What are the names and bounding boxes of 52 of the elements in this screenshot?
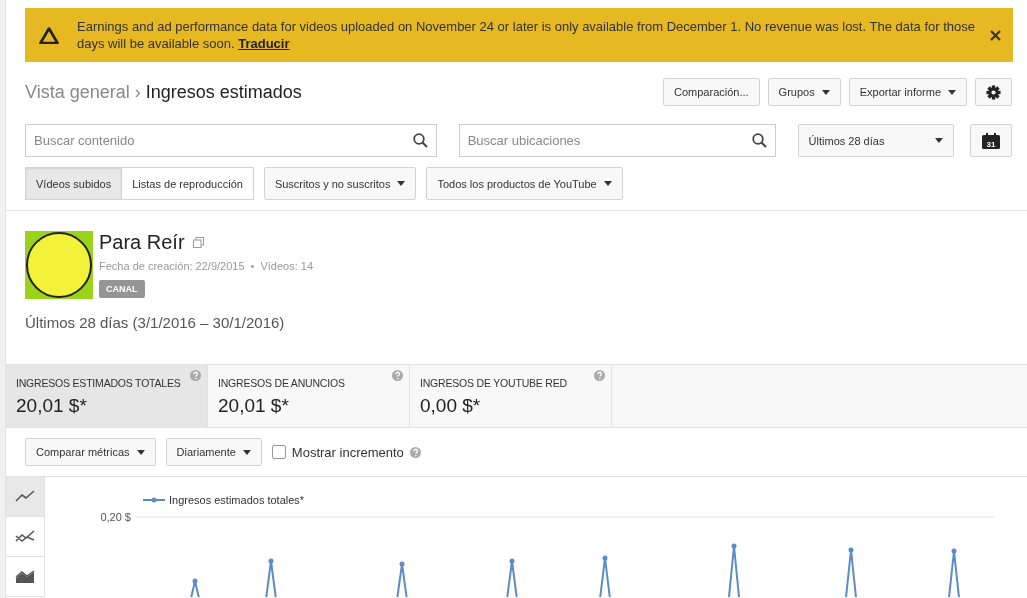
caret-icon xyxy=(397,181,406,186)
legend-label: Ingresos estimados totales* xyxy=(169,494,305,506)
channel-badge: CANAL xyxy=(99,280,145,298)
settings-button[interactable] xyxy=(975,78,1012,106)
calendar-button[interactable]: 31 xyxy=(970,124,1012,157)
translate-link[interactable]: Traducir xyxy=(238,36,290,51)
date-range-dropdown[interactable]: Últimos 28 días xyxy=(797,124,955,157)
content-tab[interactable]: Vídeos subidos xyxy=(25,167,123,200)
channel-name: Para Reír xyxy=(99,231,185,254)
help-icon xyxy=(392,370,403,381)
dropdown-button[interactable]: Exportar informe xyxy=(848,78,967,106)
banner-message: Earnings and ad performance data for videos uploaded on November 24 or later is only available from December 1. No revenue was lost. The data for those days will be available soon. Traducir xyxy=(76,18,976,52)
breadcrumb-separator: › xyxy=(134,81,141,103)
filter-dropdown[interactable]: Todos los productos de YouTube xyxy=(426,167,623,200)
metric-tab[interactable]: INGRESOS ESTIMADOS TOTALES 20,01 $* xyxy=(6,365,208,427)
filter-dropdown[interactable]: Suscritos y no suscritos xyxy=(263,167,417,200)
help-icon xyxy=(594,370,605,381)
help-icon xyxy=(190,370,201,381)
caret-icon xyxy=(935,138,944,143)
search-field[interactable]: Buscar contenido xyxy=(25,124,437,157)
caret-icon xyxy=(821,89,830,95)
dropdown-button[interactable]: Comparar métricas xyxy=(25,438,156,466)
breadcrumb-link[interactable]: Vista general xyxy=(25,81,130,103)
search-icon xyxy=(751,133,767,148)
checkbox[interactable] xyxy=(271,445,286,459)
creation-date: Fecha de creación: 22/9/2015 xyxy=(99,260,245,272)
page-title: Ingresos estimados xyxy=(145,81,302,103)
line-chart-icon xyxy=(15,489,35,504)
meta-separator: • xyxy=(250,260,255,272)
date-range-text: Últimos 28 días (3/1/2016 – 30/1/2016) xyxy=(25,314,286,331)
axis-label: 0,20 $ xyxy=(100,511,131,523)
legend-line-icon xyxy=(142,497,166,503)
checkbox-label[interactable]: Mostrar incremento xyxy=(291,444,404,460)
settings-icon xyxy=(986,84,1001,100)
search-field[interactable]: Buscar ubicaciones xyxy=(458,124,776,157)
dropdown-button[interactable]: Diariamente xyxy=(165,438,262,466)
multiline-chart-icon xyxy=(15,529,35,544)
search-icon xyxy=(412,133,428,148)
caret-icon xyxy=(242,449,251,455)
dropdown-button[interactable]: Grupos xyxy=(767,78,841,106)
close-icon[interactable] xyxy=(990,29,1001,41)
comparison-button[interactable]: Comparación... xyxy=(663,78,760,106)
calendar-icon: 31 xyxy=(982,132,1001,149)
caret-icon xyxy=(136,449,145,455)
video-count: Vídeos: 14 xyxy=(260,260,313,272)
caret-icon xyxy=(603,181,612,186)
area-chart-icon xyxy=(15,569,35,584)
content-tab[interactable]: Listas de reproducción xyxy=(122,167,254,200)
warning-icon xyxy=(39,26,59,44)
external-link-icon[interactable] xyxy=(192,237,204,248)
help-icon xyxy=(409,446,421,458)
caret-icon xyxy=(948,89,956,95)
